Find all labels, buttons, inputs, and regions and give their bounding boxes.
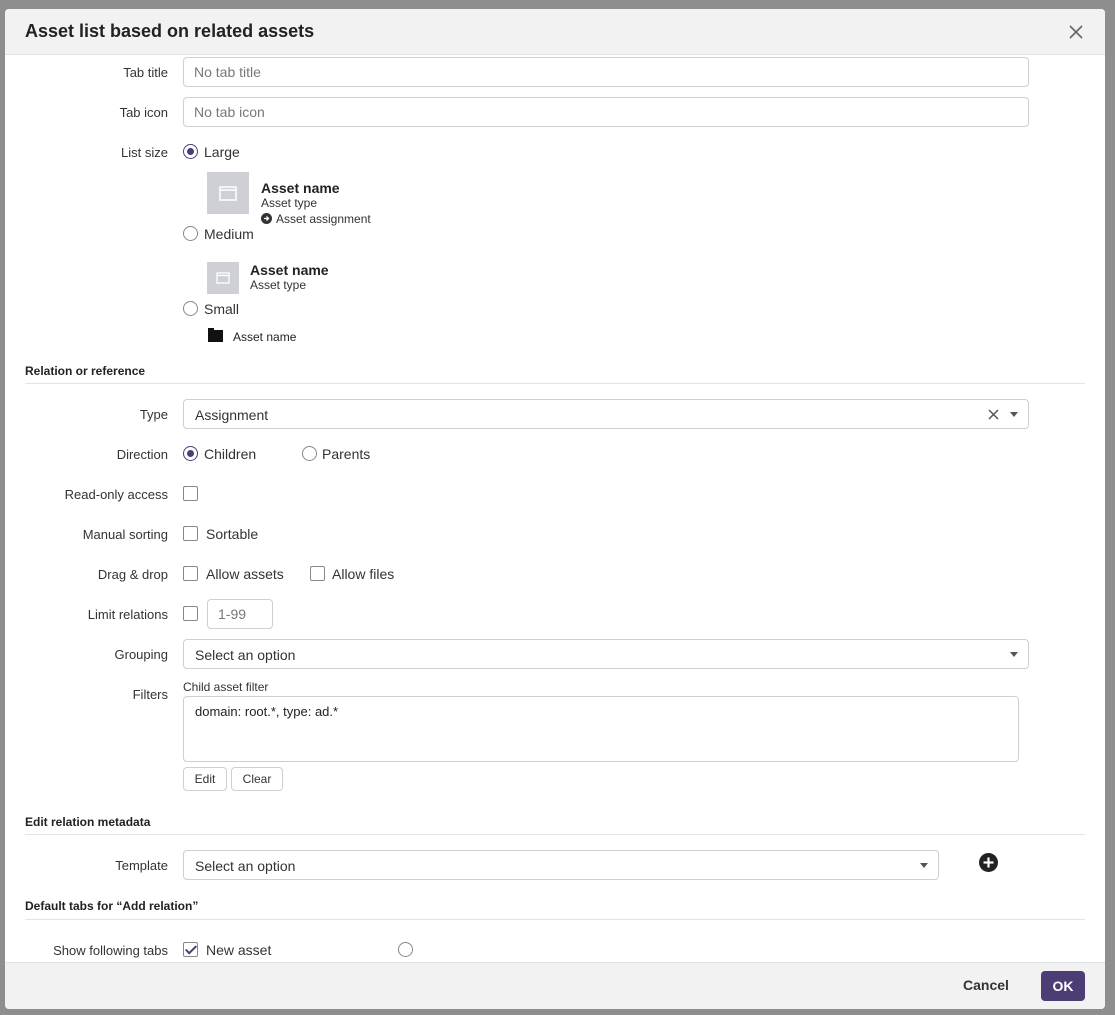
list-size-small-radio[interactable] bbox=[183, 301, 198, 316]
type-label: Type bbox=[139, 407, 168, 422]
folder-icon bbox=[208, 328, 223, 342]
chevron-down-icon[interactable] bbox=[1010, 652, 1018, 657]
close-icon[interactable] bbox=[1067, 23, 1085, 41]
edit-filter-button[interactable]: Edit bbox=[183, 767, 227, 791]
allow-assets-checkbox[interactable] bbox=[183, 566, 198, 581]
folder-icon bbox=[216, 272, 230, 284]
dialog-title: Asset list based on related assets bbox=[25, 21, 315, 41]
section-divider bbox=[25, 383, 1085, 384]
medium-preview-asset-name: Asset name bbox=[250, 262, 329, 278]
show-tabs-label: Show following tabs bbox=[53, 943, 168, 958]
chevron-down-icon[interactable] bbox=[920, 863, 928, 868]
list-size-medium-label: Medium bbox=[204, 226, 254, 242]
direction-children-radio[interactable] bbox=[183, 446, 198, 461]
large-preview-thumbnail bbox=[207, 172, 249, 214]
list-size-medium-radio[interactable] bbox=[183, 226, 198, 241]
medium-preview-asset-type: Asset type bbox=[250, 278, 307, 292]
tab-icon-label: Tab icon bbox=[119, 105, 168, 120]
direction-parents-label: Parents bbox=[322, 446, 371, 462]
metadata-section-title: Edit relation metadata bbox=[25, 815, 151, 829]
grouping-select[interactable]: Select an option bbox=[183, 639, 1029, 669]
ok-button[interactable]: OK bbox=[1041, 971, 1085, 1001]
allow-files-checkbox[interactable] bbox=[310, 566, 325, 581]
medium-preview-thumbnail bbox=[207, 262, 239, 294]
section-divider bbox=[25, 919, 1085, 920]
drag-drop-label: Drag & drop bbox=[97, 567, 168, 582]
large-preview-asset-type: Asset type bbox=[261, 196, 318, 210]
readonly-label: Read-only access bbox=[64, 487, 168, 502]
type-select-value: Assignment bbox=[195, 407, 269, 423]
sortable-label: Sortable bbox=[206, 526, 259, 542]
dialog: Asset list based on related assets Tab t… bbox=[5, 9, 1105, 1009]
grouping-select-value: Select an option bbox=[195, 647, 296, 663]
chevron-down-icon[interactable] bbox=[1010, 412, 1018, 417]
folder-icon bbox=[219, 186, 237, 201]
large-preview-asset-assignment: Asset assignment bbox=[276, 212, 371, 226]
manual-sorting-label: Manual sorting bbox=[82, 527, 168, 542]
child-filter-textarea[interactable]: domain: root.*, type: ad.* bbox=[183, 696, 1019, 762]
new-asset-checkbox[interactable] bbox=[183, 942, 198, 957]
direction-label: Direction bbox=[116, 447, 168, 462]
add-template-icon[interactable] bbox=[979, 853, 998, 872]
sortable-checkbox[interactable] bbox=[183, 526, 198, 541]
large-preview-asset-name: Asset name bbox=[261, 180, 340, 196]
dialog-header: Asset list based on related assets bbox=[5, 9, 1105, 55]
allow-files-label: Allow files bbox=[332, 566, 395, 582]
section-divider bbox=[25, 834, 1085, 835]
allow-assets-label: Allow assets bbox=[206, 566, 284, 582]
list-size-label: List size bbox=[121, 145, 168, 160]
list-size-large-label: Large bbox=[204, 144, 240, 160]
new-asset-label: New asset bbox=[206, 942, 272, 958]
list-size-large-radio[interactable] bbox=[183, 144, 198, 159]
dialog-body: Tab title Tab icon List size Large Asset… bbox=[5, 55, 1105, 962]
direction-children-label: Children bbox=[204, 446, 257, 462]
template-select-value: Select an option bbox=[195, 858, 296, 874]
limit-relations-label: Limit relations bbox=[87, 607, 168, 622]
template-label: Template bbox=[115, 858, 168, 873]
tab-title-input[interactable] bbox=[183, 57, 1029, 87]
relation-section-title: Relation or reference bbox=[25, 364, 146, 378]
template-select[interactable]: Select an option bbox=[183, 850, 939, 880]
tab-icon-input[interactable] bbox=[183, 97, 1029, 127]
list-size-small-label: Small bbox=[204, 301, 240, 317]
filters-label: Filters bbox=[132, 687, 168, 702]
limit-relations-input[interactable] bbox=[207, 599, 273, 629]
limit-relations-checkbox[interactable] bbox=[183, 606, 198, 621]
tab-option-radio[interactable] bbox=[398, 942, 413, 957]
type-select[interactable]: Assignment bbox=[183, 399, 1029, 429]
grouping-label: Grouping bbox=[114, 647, 168, 662]
small-preview-asset-name: Asset name bbox=[233, 330, 297, 344]
default-tabs-section-title: Default tabs for “Add relation” bbox=[25, 899, 199, 913]
child-filter-value: domain: root.*, type: ad.* bbox=[195, 704, 339, 719]
child-filter-label: Child asset filter bbox=[183, 680, 269, 694]
direction-parents-radio[interactable] bbox=[302, 446, 317, 461]
dialog-footer: Cancel OK bbox=[5, 962, 1105, 1009]
clear-icon[interactable] bbox=[988, 409, 999, 420]
readonly-checkbox[interactable] bbox=[183, 486, 198, 501]
arrow-circle-icon bbox=[261, 213, 272, 224]
tab-title-label: Tab title bbox=[123, 65, 168, 80]
clear-filter-button[interactable]: Clear bbox=[231, 767, 283, 791]
cancel-button[interactable]: Cancel bbox=[963, 977, 1009, 993]
